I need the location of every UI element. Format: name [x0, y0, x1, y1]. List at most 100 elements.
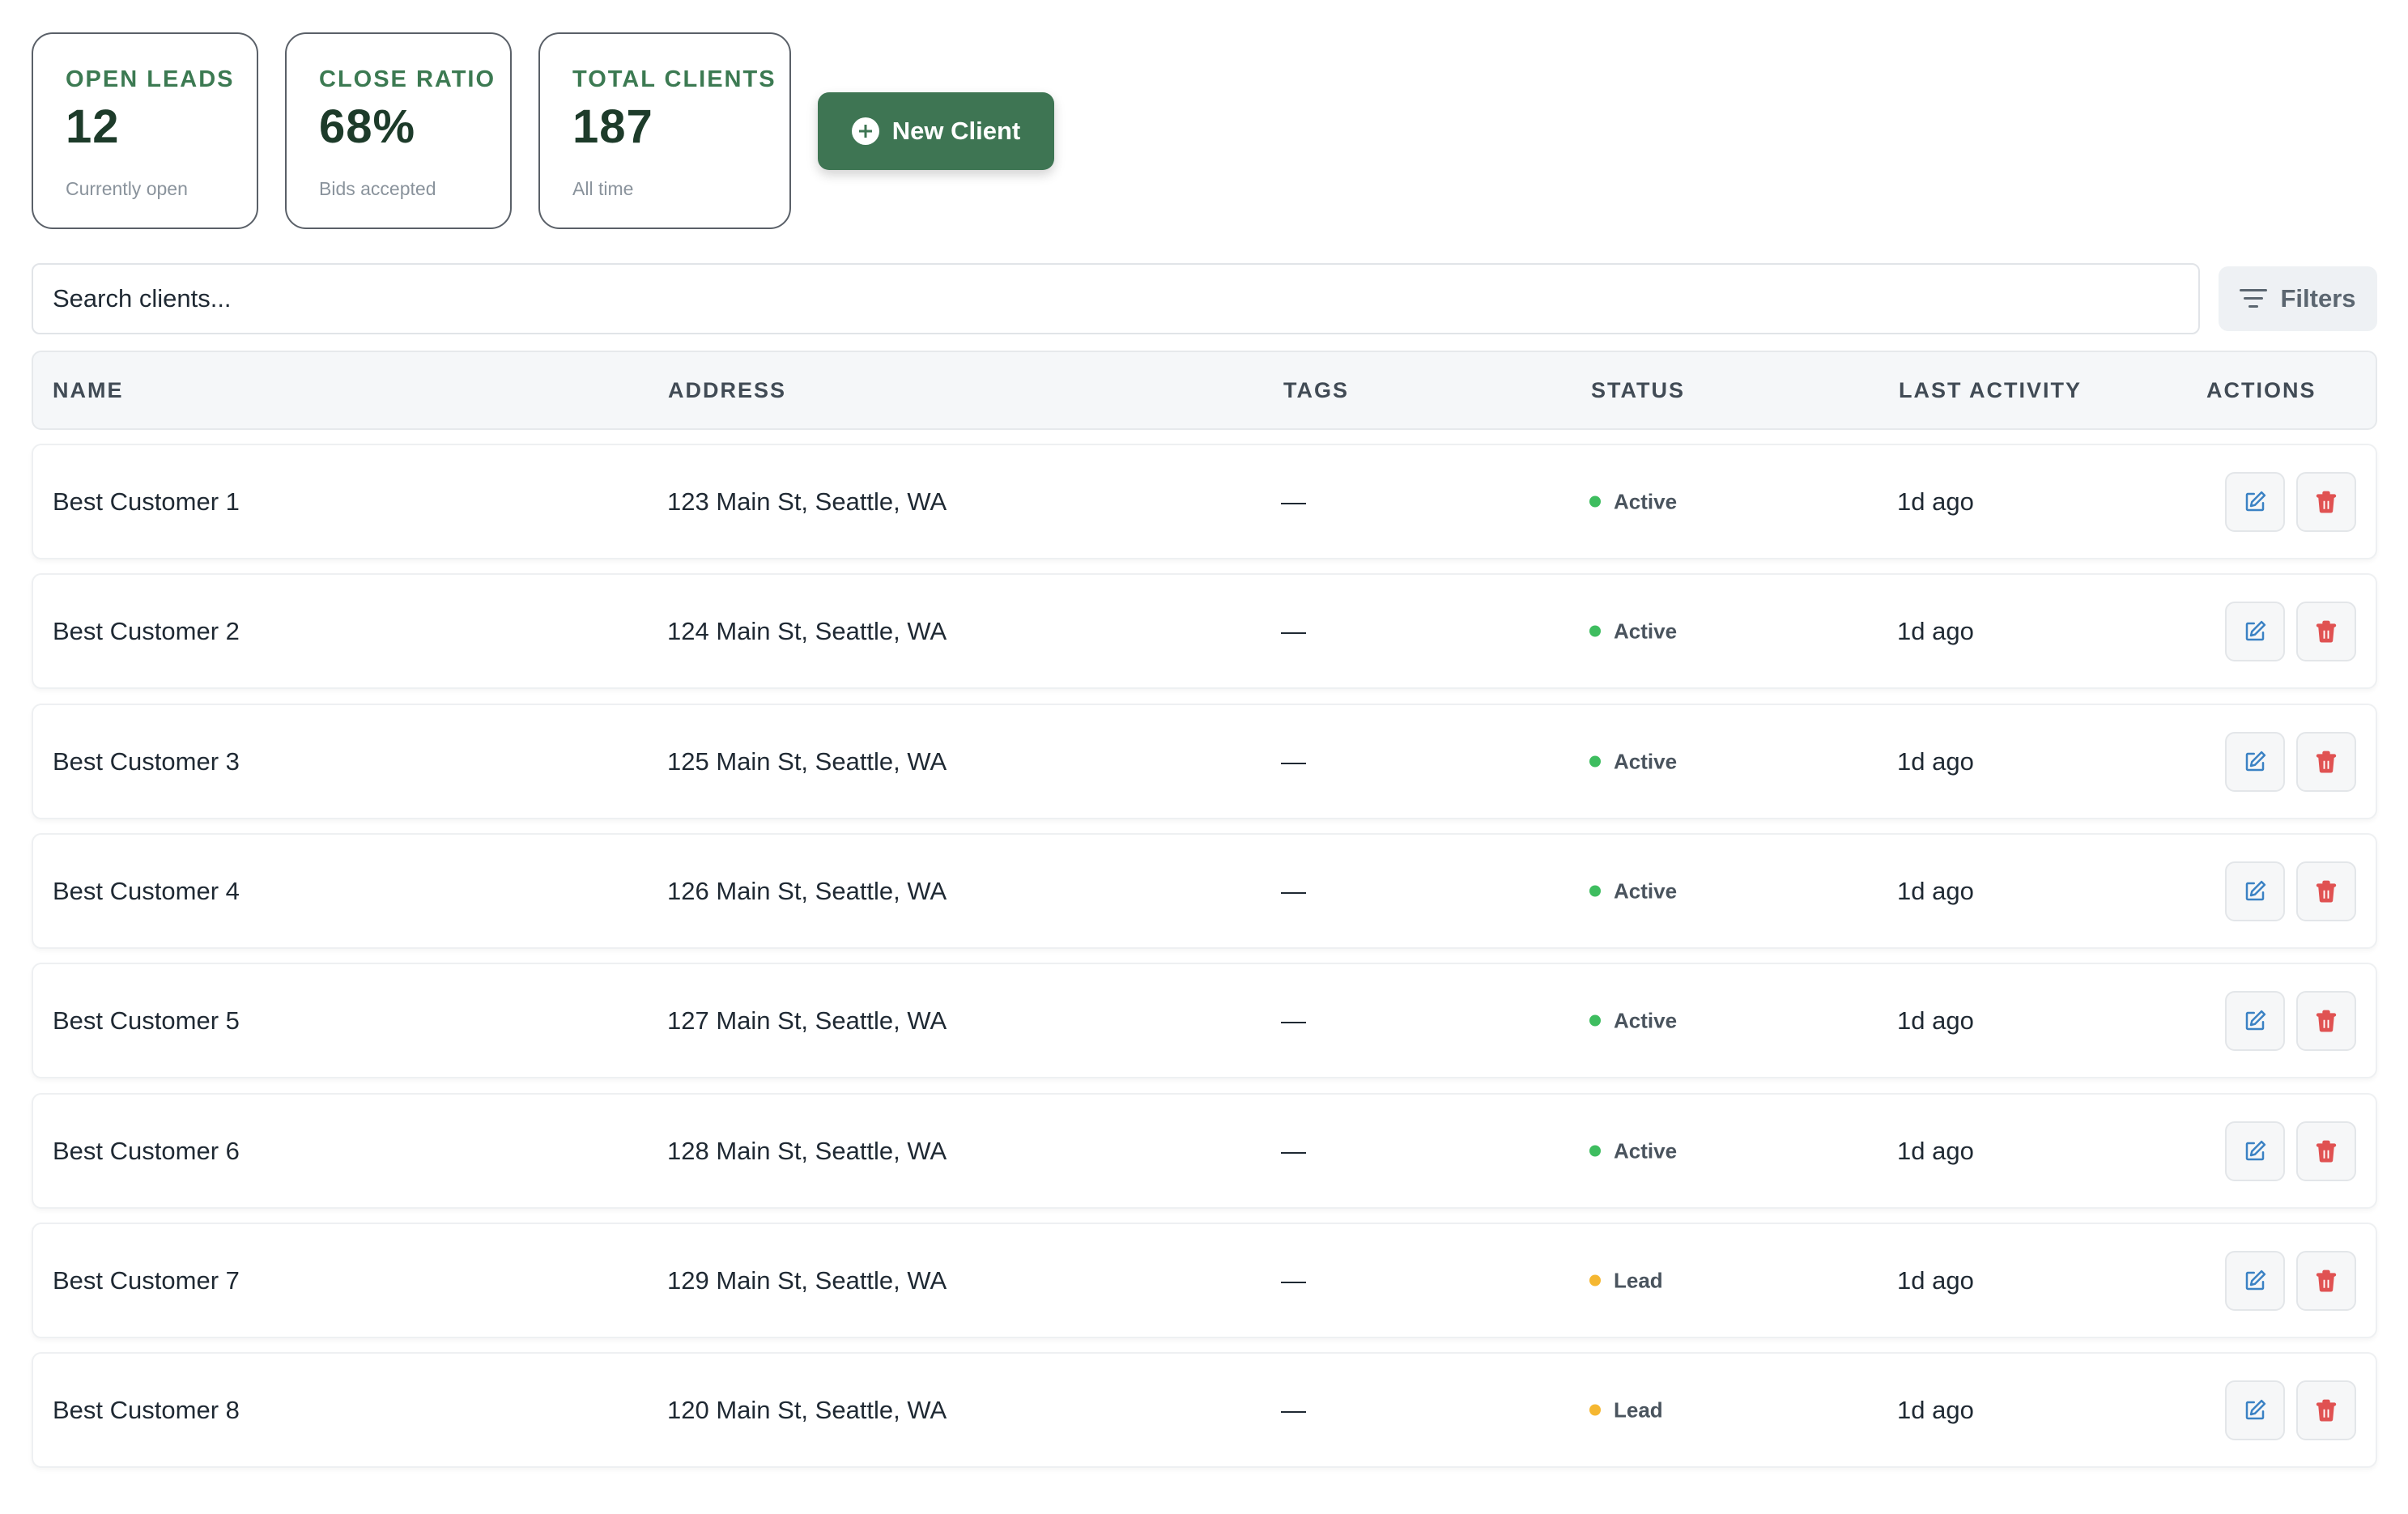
status-dot-icon [1589, 755, 1601, 768]
column-header-last-activity[interactable]: LAST ACTIVITY [1899, 378, 2082, 403]
table-row[interactable]: Best Customer 5 127 Main St, Seattle, WA —… [32, 963, 2377, 1078]
trash-icon [2316, 751, 2337, 772]
column-header-name[interactable]: NAME [53, 378, 124, 403]
new-client-label: New Client [891, 117, 1021, 145]
edit-button[interactable] [2225, 1380, 2285, 1440]
client-address: 129 Main St, Seattle, WA [667, 1265, 947, 1295]
column-header-status[interactable]: STATUS [1591, 378, 1685, 403]
edit-button[interactable] [2225, 990, 2285, 1051]
delete-button[interactable] [2296, 1380, 2356, 1440]
last-activity: 1d ago [1897, 876, 1974, 905]
table-row[interactable]: Best Customer 2 124 Main St, Seattle, WA —… [32, 573, 2377, 689]
stat-subtitle: Bids accepted [319, 178, 436, 199]
edit-icon [2245, 751, 2266, 771]
client-tags: — [1281, 876, 1306, 905]
table-row[interactable]: Best Customer 1 123 Main St, Seattle, WA —… [32, 444, 2377, 559]
status-label: Active [1614, 1138, 1678, 1163]
stat-subtitle: Currently open [66, 178, 188, 199]
column-header-tags[interactable]: TAGS [1283, 378, 1349, 403]
last-activity: 1d ago [1897, 1136, 1974, 1165]
client-address: 120 Main St, Seattle, WA [667, 1395, 947, 1424]
table-row[interactable]: Best Customer 8 120 Main St, Seattle, WA —… [32, 1352, 2377, 1468]
plus-circle-icon [851, 117, 879, 145]
trash-icon [2316, 1399, 2337, 1421]
trash-icon [2316, 880, 2337, 902]
status-dot-icon [1589, 1145, 1601, 1157]
new-client-button[interactable]: New Client [818, 92, 1054, 170]
delete-button[interactable] [2296, 990, 2356, 1051]
client-tags: — [1281, 1395, 1306, 1424]
edit-button[interactable] [2225, 861, 2285, 921]
edit-icon [2245, 1010, 2266, 1030]
column-header-actions: ACTIONS [2206, 377, 2317, 402]
stat-label: OPEN LEADS [66, 66, 235, 92]
client-address: 128 Main St, Seattle, WA [667, 1136, 947, 1165]
column-header-address[interactable]: ADDRESS [668, 378, 786, 403]
stat-value: 187 [572, 100, 653, 153]
client-tags: — [1281, 746, 1306, 776]
status-label: Active [1614, 749, 1678, 773]
table-row[interactable]: Best Customer 4 126 Main St, Seattle, WA —… [32, 833, 2377, 949]
last-activity: 1d ago [1897, 616, 1974, 645]
status-badge: Active [1589, 489, 1677, 514]
last-activity: 1d ago [1897, 746, 1974, 776]
edit-button[interactable] [2225, 1250, 2285, 1311]
stat-card-total-clients: TOTAL CLIENTS 187 All time [538, 32, 791, 229]
edit-icon [2245, 880, 2266, 900]
table-row[interactable]: Best Customer 6 128 Main St, Seattle, WA —… [32, 1093, 2377, 1209]
trash-icon [2316, 1140, 2337, 1162]
status-label: Active [1614, 1008, 1678, 1032]
status-label: Lead [1614, 1268, 1663, 1292]
filters-label: Filters [2280, 284, 2356, 313]
last-activity: 1d ago [1897, 1395, 1974, 1424]
search-input[interactable] [32, 263, 2200, 334]
trash-icon [2316, 491, 2337, 512]
stat-card-open-leads: OPEN LEADS 12 Currently open [32, 32, 258, 229]
status-label: Active [1614, 619, 1678, 643]
client-tags: — [1281, 616, 1306, 645]
filter-icon [2240, 289, 2268, 308]
client-name: Best Customer 8 [53, 1395, 240, 1424]
status-dot-icon [1589, 625, 1601, 637]
edit-icon [2245, 1140, 2266, 1160]
status-badge: Lead [1589, 1268, 1663, 1293]
status-badge: Active [1589, 749, 1677, 774]
client-address: 127 Main St, Seattle, WA [667, 1006, 947, 1035]
status-dot-icon [1589, 495, 1601, 508]
client-address: 123 Main St, Seattle, WA [667, 487, 947, 516]
table-row[interactable]: Best Customer 3 125 Main St, Seattle, WA —… [32, 704, 2377, 819]
client-tags: — [1281, 487, 1306, 516]
delete-button[interactable] [2296, 1250, 2356, 1311]
stat-value: 12 [66, 100, 120, 153]
client-name: Best Customer 4 [53, 876, 240, 905]
delete-button[interactable] [2296, 471, 2356, 532]
edit-button[interactable] [2225, 1121, 2285, 1181]
edit-icon [2245, 1399, 2266, 1419]
status-dot-icon [1589, 1404, 1601, 1416]
trash-icon [2316, 1010, 2337, 1031]
stat-card-close-ratio: CLOSE RATIO 68% Bids accepted [285, 32, 512, 229]
delete-button[interactable] [2296, 731, 2356, 792]
client-address: 126 Main St, Seattle, WA [667, 876, 947, 905]
status-badge: Active [1589, 1008, 1677, 1033]
delete-button[interactable] [2296, 601, 2356, 661]
table-row[interactable]: Best Customer 7 129 Main St, Seattle, WA —… [32, 1223, 2377, 1338]
edit-button[interactable] [2225, 731, 2285, 792]
client-tags: — [1281, 1136, 1306, 1165]
delete-button[interactable] [2296, 1121, 2356, 1181]
edit-icon [2245, 491, 2266, 511]
client-name: Best Customer 1 [53, 487, 240, 516]
edit-icon [2245, 1269, 2266, 1290]
status-dot-icon [1589, 1014, 1601, 1027]
filters-button[interactable]: Filters [2219, 266, 2377, 331]
status-badge: Active [1589, 1138, 1677, 1163]
trash-icon [2316, 620, 2337, 642]
client-name: Best Customer 6 [53, 1136, 240, 1165]
edit-button[interactable] [2225, 471, 2285, 532]
edit-button[interactable] [2225, 601, 2285, 661]
client-name: Best Customer 7 [53, 1265, 240, 1295]
client-name: Best Customer 2 [53, 616, 240, 645]
stat-subtitle: All time [572, 178, 634, 199]
stats-row: OPEN LEADS 12 Currently open CLOSE RATIO… [32, 32, 1054, 229]
delete-button[interactable] [2296, 861, 2356, 921]
